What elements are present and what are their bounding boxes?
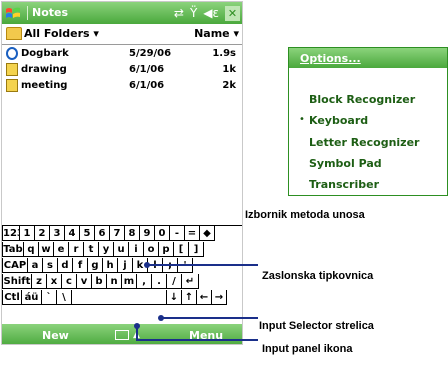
caption-on-screen-keyboard: Zaslonska tipkovnica	[262, 270, 374, 282]
caption-input-panel-icon: Input panel ikona	[262, 343, 353, 355]
caption-input-selector-arrow: Input Selector strelica	[259, 320, 374, 332]
callout-lines	[134, 262, 258, 341]
caption-input-method-menu: Izbornik metoda unosa	[245, 209, 365, 221]
